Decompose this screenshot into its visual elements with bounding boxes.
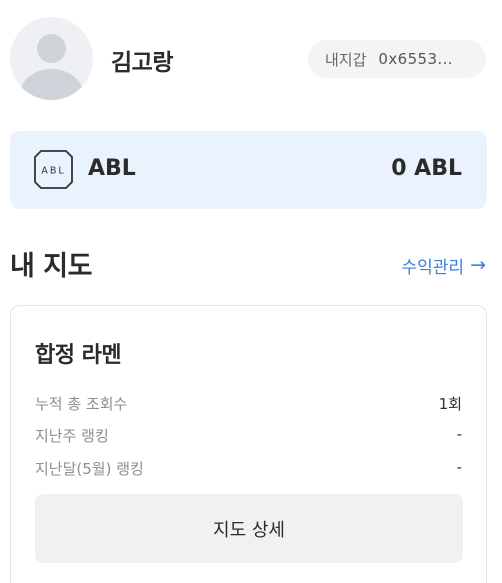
user-name: 김고랑 [111, 50, 173, 76]
arrow-right-icon: → [470, 254, 486, 276]
wallet-pill[interactable]: 내지갑 0x6553... [308, 40, 486, 78]
token-balance-card[interactable]: ABL ABL 0 ABL [10, 131, 487, 209]
stat-row-total-views: 누적 총 조회수 1회 [35, 393, 462, 417]
stat-label: 누적 총 조회수 [35, 395, 128, 413]
abl-token-icon: ABL [34, 150, 73, 189]
avatar[interactable] [10, 17, 93, 100]
revenue-management-label: 수익관리 [401, 258, 465, 278]
token-name: ABL [88, 156, 136, 181]
token-balance: 0 ABL [391, 156, 462, 181]
stat-row-last-week-ranking: 지난주 랭킹 - [35, 425, 462, 449]
stat-value: - [456, 425, 462, 443]
stat-value: - [456, 458, 462, 476]
stat-value: 1회 [438, 395, 462, 413]
stat-label: 지난주 랭킹 [35, 427, 109, 445]
map-detail-button[interactable]: 지도 상세 [35, 494, 463, 563]
avatar-body-shape [20, 69, 83, 100]
avatar-head-shape [37, 34, 66, 63]
wallet-address: 0x6553... [378, 50, 453, 68]
revenue-management-link[interactable]: 수익관리 → [401, 253, 486, 279]
stat-label: 지난달(5월) 랭킹 [35, 460, 144, 478]
my-maps-title: 내 지도 [10, 251, 92, 282]
map-card: 합정 라멘 누적 총 조회수 1회 지난주 랭킹 - 지난달(5월) 랭킹 - … [10, 305, 487, 583]
abl-icon-text: ABL [41, 166, 65, 177]
profile-header: 김고랑 내지갑 0x6553... [10, 17, 488, 101]
wallet-label: 내지갑 [325, 50, 367, 69]
map-title: 합정 라멘 [35, 343, 122, 368]
stat-row-last-month-ranking: 지난달(5월) 랭킹 - [35, 458, 462, 482]
